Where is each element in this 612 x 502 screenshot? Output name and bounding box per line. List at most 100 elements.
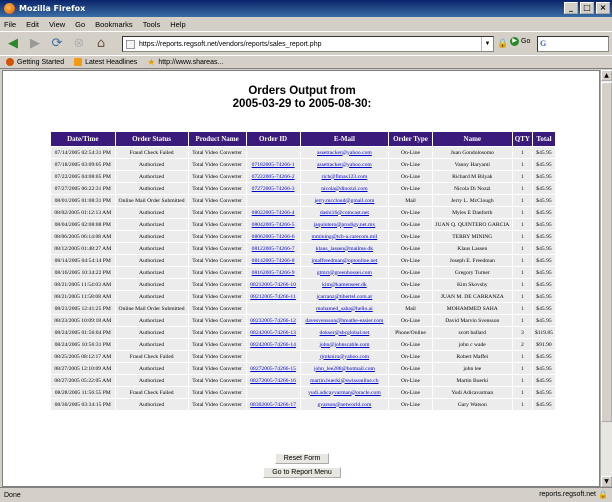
table-row: 08/30/2005 03:34:15 PM Authorized Total Vi… [51,399,555,410]
scroll-down-icon[interactable]: ▼ [601,476,612,487]
cell-name: Yudi Adicavarman [432,387,512,398]
order-id-link[interactable]: 07222005-74266-2 [252,174,295,180]
menu-file[interactable]: File [4,20,16,29]
cell-order-type: Mail [389,195,432,206]
email-link[interactable]: jmaffreedman@optonline.net [312,258,378,264]
minimize-button[interactable]: _ [564,2,578,14]
menu-edit[interactable]: Edit [26,20,39,29]
email-link[interactable]: jerry.mccloud@gmail.com [315,198,375,204]
email-link[interactable]: martin.buerki@swissonline.ch [310,378,378,384]
vertical-scrollbar[interactable]: ▲ ▼ [600,70,612,487]
cell-total: $45.95 [532,279,555,290]
email-link[interactable]: klaus_lassen@mailme.dk [316,246,373,252]
order-id-link[interactable]: 08142005-74266-8 [252,258,295,264]
cell-order-id: 08242005-74266-13 [246,327,300,338]
email-link[interactable]: kim@kamenseer.dk [322,282,366,288]
cell-product: Total Video Converter [188,327,246,338]
order-id-link[interactable]: 08122005-74266-7 [252,246,295,252]
cell-total: $45.95 [532,351,555,362]
email-link[interactable]: nicola@dinozzi.com [321,186,367,192]
url-dropdown-icon[interactable]: ▼ [481,37,493,51]
email-link[interactable]: jcarranz@tibertel.com.ar [317,294,373,300]
email-link[interactable]: jaquintero@prodigy.net.mx [314,222,376,228]
cell-product: Total Video Converter [188,147,246,158]
go-button[interactable]: ▶ Go [510,37,530,46]
menu-bookmarks[interactable]: Bookmarks [95,20,133,29]
menu-tools[interactable]: Tools [143,20,161,29]
column-header: Order Type [389,132,432,146]
cell-qty: 1 [512,399,532,410]
email-link[interactable]: dokser@sbcglobal.net [320,330,370,336]
scroll-up-icon[interactable]: ▲ [601,70,612,81]
rss-icon [74,58,83,66]
scroll-thumb[interactable] [601,82,612,422]
email-link[interactable]: rjmkniro@yahoo.com [320,354,369,360]
url-bar[interactable]: https://reports.regsoft.net/vendors/repo… [122,36,494,52]
cell-status: Fraud Check Failed [115,351,188,362]
reset-form-button[interactable]: Reset Form [274,453,330,464]
email-link[interactable]: gvarson@networld.com [318,402,372,408]
cell-email: rjmkniro@yahoo.com [300,351,389,362]
email-link[interactable]: dashi16@comcast.net [320,210,369,216]
secure-lock-icon[interactable]: 🔒 [598,490,608,499]
order-id-link[interactable]: 08272005-74266-16 [250,378,296,384]
table-row: 08/21/2005 11:58:08 AM Authorized Total Vi… [51,291,555,302]
order-id-link[interactable]: 08242005-74266-14 [250,342,296,348]
status-host: reports.regsoft.net [539,491,596,498]
maximize-button[interactable]: □ [580,2,594,14]
cell-name: Klaus Lassen [432,243,512,254]
order-id-link[interactable]: 07272005-74266-3 [252,186,295,192]
go-to-report-menu-button[interactable]: Go to Report Menu [263,467,341,478]
bookmark-getting-started[interactable]: Getting Started [6,58,64,66]
reload-button[interactable]: ⟳ [48,35,66,53]
menu-view[interactable]: View [49,20,65,29]
cell-product: Total Video Converter [188,183,246,194]
order-id-link[interactable]: 07182005-74266-1 [252,162,295,168]
back-button[interactable]: ◀ [4,35,22,53]
cell-email: john@johnscable.com [300,339,389,350]
email-link[interactable]: mmining@tcb-a.carecom.mil [312,234,378,240]
order-id-link[interactable]: 08212005-74266-10 [250,282,296,288]
order-id-link[interactable]: 08162005-74266-9 [252,270,295,276]
menu-help[interactable]: Help [170,20,185,29]
cell-email: davesvensson@breathe-easier.com [300,315,389,326]
cell-datetime: 08/06/2005 06:14:08 AM [51,231,115,242]
forward-button[interactable]: ▶ [26,35,44,53]
bookmark-latest-headlines[interactable]: Latest Headlines [74,58,137,66]
search-input[interactable]: G [537,36,609,52]
stop-icon: ⊗ [73,36,85,51]
bookmark-shareasale[interactable]: ★ http://www.shareas... [147,57,223,68]
stop-button[interactable]: ⊗ [70,35,88,53]
cell-status: Authorized [115,183,188,194]
cell-datetime: 08/04/2005 02:08:08 PM [51,219,115,230]
order-id-link[interactable]: 08272005-74266-15 [250,366,296,372]
order-id-link[interactable]: 08302005-74266-17 [250,402,296,408]
home-button[interactable]: ⌂ [92,35,110,53]
url-text[interactable]: https://reports.regsoft.net/vendors/repo… [139,41,322,48]
table-row: 08/28/2005 11:56:55 PM Fraud Check Failed… [51,387,555,398]
menu-go[interactable]: Go [75,20,85,29]
email-link[interactable]: mohamed_saha@hello.ai [316,306,373,312]
email-link[interactable]: yudi.adicayvarman@oracle.com [308,390,381,396]
email-link[interactable]: john_lee288@hotmail.com [314,366,375,372]
lock-icon[interactable]: 🔒 [497,39,508,49]
close-button[interactable]: × [596,2,610,14]
email-link[interactable]: assetracker@yahoo.com [317,150,372,156]
cell-total: $119.85 [532,327,555,338]
cell-email: gtmrr@greenbossei.com [300,267,389,278]
order-id-link[interactable]: 08242005-74266-13 [250,330,296,336]
order-id-link[interactable]: 08062005-74266-6 [252,234,295,240]
page-icon [126,39,135,49]
email-link[interactable]: john@johnscable.com [319,342,369,348]
order-id-link[interactable]: 08042005-74266-5 [252,222,295,228]
email-link[interactable]: davesvensson@breathe-easier.com [305,318,383,324]
email-link[interactable]: gtmrr@greenbossei.com [317,270,372,276]
email-link[interactable]: assetracker@yahoo.com [317,162,372,168]
cell-datetime: 08/16/2005 10:34:22 PM [51,267,115,278]
order-id-link[interactable]: 08232005-74266-12 [250,318,296,324]
order-id-link[interactable]: 08212005-74266-11 [250,294,295,300]
email-link[interactable]: rich@fimas123.com [322,174,368,180]
order-id-link[interactable]: 08022005-74266-4 [252,210,295,216]
firefox-icon [4,3,15,14]
cell-total: $45.95 [532,207,555,218]
